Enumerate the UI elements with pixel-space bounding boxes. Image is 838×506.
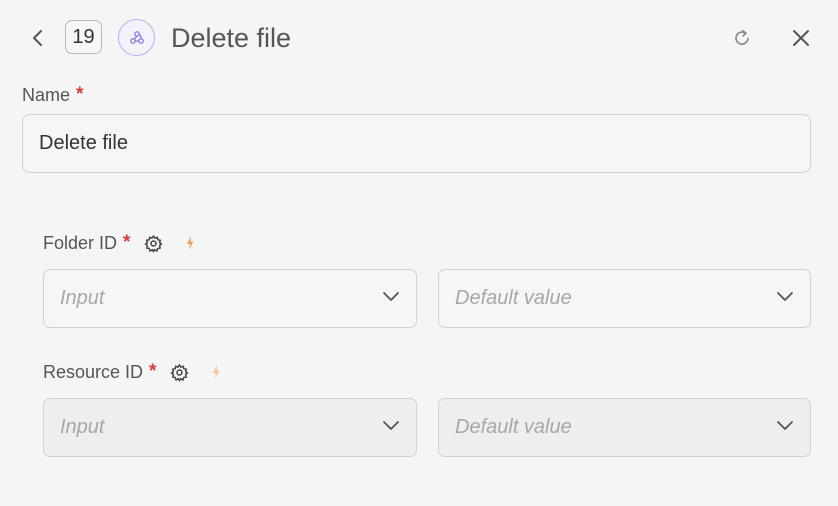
folder-id-input-select[interactable]: Input — [43, 269, 417, 328]
placeholder: Default value — [455, 287, 572, 309]
webhook-icon — [129, 30, 144, 44]
folder-id-label-text: Folder ID — [43, 232, 118, 253]
folder-id-default-select[interactable]: Default value — [438, 269, 811, 328]
chevron-down-icon — [382, 420, 400, 431]
refresh-icon — [735, 29, 749, 45]
folder-id-label: Folder ID * — [43, 232, 195, 254]
folder-id-dynamic-button[interactable] — [185, 235, 195, 251]
name-label: Name * — [22, 84, 83, 106]
node-type-badge — [118, 19, 155, 56]
name-label-text: Name — [22, 84, 71, 105]
chevron-left-icon — [33, 30, 42, 46]
chevron-down-icon — [776, 420, 794, 431]
chevron-down-icon — [776, 291, 794, 302]
placeholder: Input — [60, 416, 105, 438]
gear-icon — [144, 234, 164, 253]
lightning-icon — [213, 365, 220, 379]
folder-id-settings-button[interactable] — [144, 234, 164, 253]
lightning-icon — [187, 236, 194, 250]
close-button[interactable] — [787, 24, 815, 52]
resource-id-input-select[interactable]: Input — [43, 398, 417, 457]
name-input[interactable]: Delete file — [22, 114, 811, 173]
step-number-badge: 19 — [65, 20, 102, 54]
gear-icon — [170, 363, 190, 382]
resource-id-label-text: Resource ID — [43, 361, 144, 382]
placeholder: Input — [60, 287, 105, 309]
resource-id-default-select[interactable]: Default value — [438, 398, 811, 457]
panel-title: Delete file — [171, 23, 292, 53]
refresh-button[interactable] — [729, 25, 755, 51]
required-marker: * — [123, 232, 131, 253]
back-button[interactable] — [26, 24, 50, 52]
required-marker: * — [149, 361, 157, 382]
placeholder: Default value — [455, 416, 572, 438]
panel-header: 19 Delete file — [0, 0, 838, 76]
required-marker: * — [76, 84, 84, 105]
close-icon — [793, 30, 809, 46]
chevron-down-icon — [382, 291, 400, 302]
resource-id-dynamic-button[interactable] — [211, 364, 221, 380]
resource-id-settings-button[interactable] — [170, 363, 190, 382]
resource-id-label: Resource ID * — [43, 361, 221, 383]
